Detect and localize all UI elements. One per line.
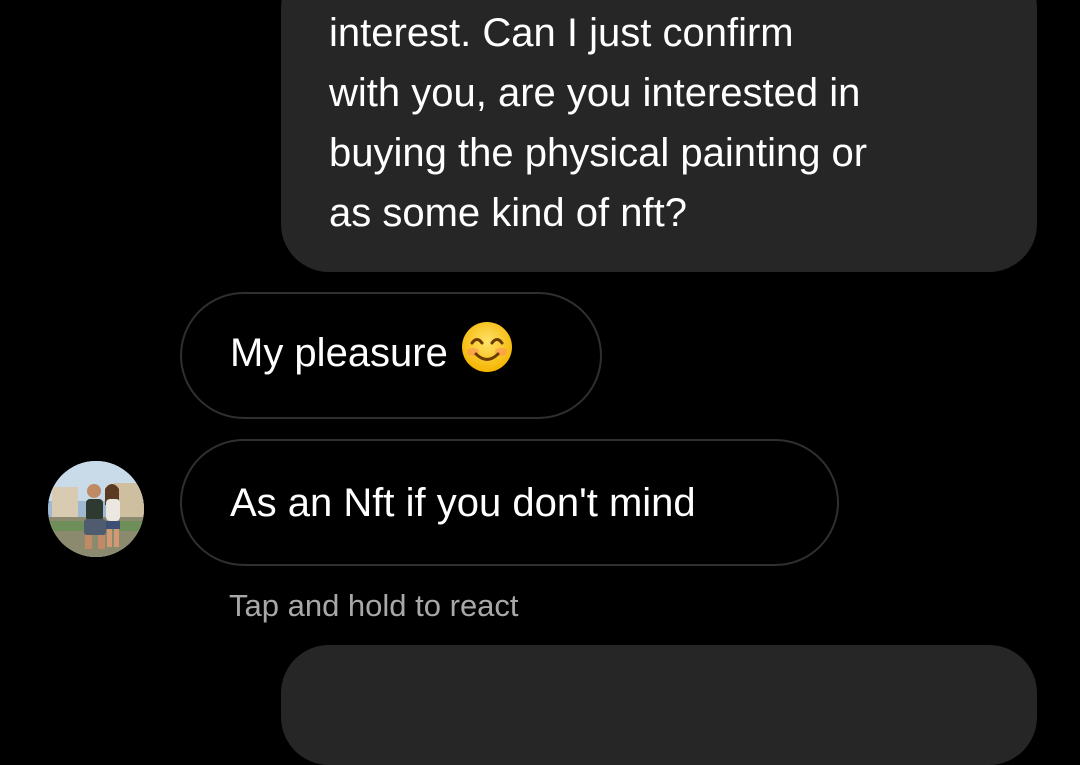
received-message-label: My pleasure xyxy=(230,331,448,376)
sent-message-bubble[interactable]: interest. Can I just confirm with you, a… xyxy=(281,0,1037,272)
avatar-photo xyxy=(48,461,144,557)
smiling-face-emoji-icon xyxy=(460,320,514,385)
sent-message-text: interest. Can I just confirm with you, a… xyxy=(329,11,868,235)
tap-to-react-hint: Tap and hold to react xyxy=(229,588,519,623)
sender-avatar[interactable] xyxy=(48,461,144,557)
received-message-bubble[interactable]: As an Nft if you don't mind xyxy=(180,439,839,566)
sent-message-bubble-partial[interactable] xyxy=(281,645,1037,765)
received-message-text: As an Nft if you don't mind xyxy=(230,480,696,525)
received-message-bubble[interactable]: My pleasure xyxy=(180,292,602,419)
received-message-text: My pleasure xyxy=(182,320,514,388)
